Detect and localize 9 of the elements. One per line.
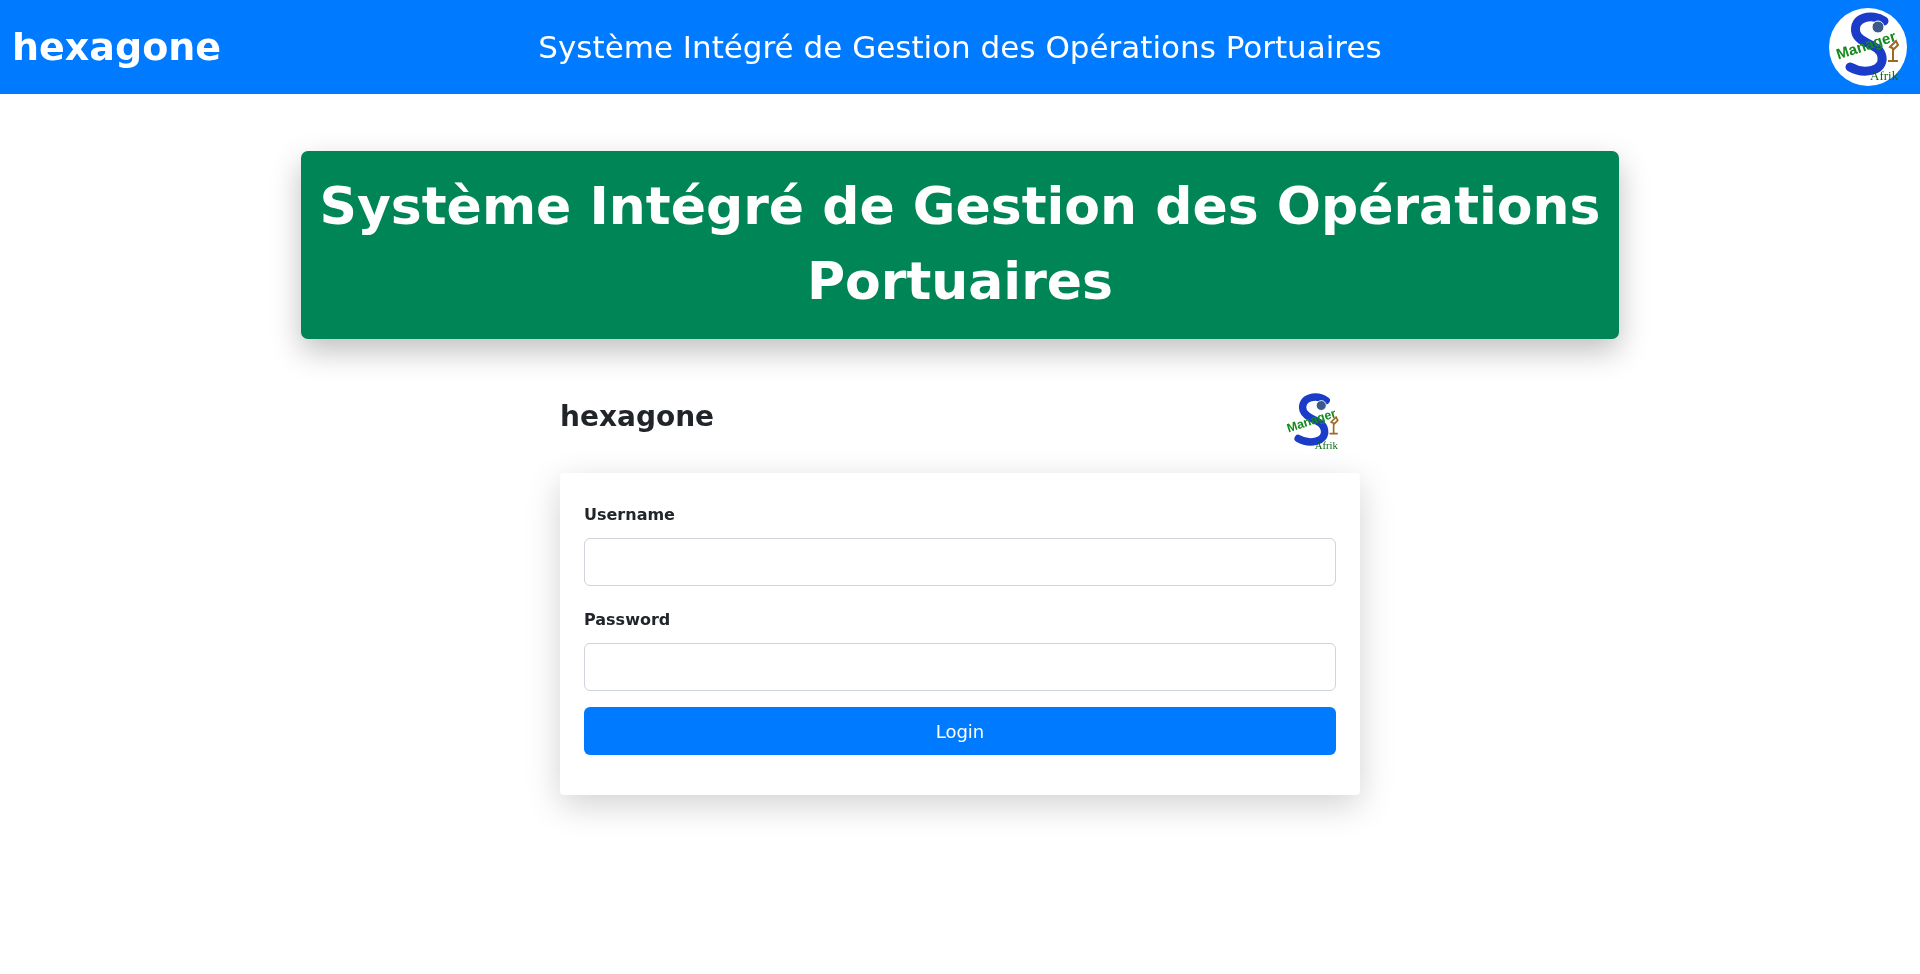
login-button[interactable]: Login [584,707,1336,755]
banner-title: Système Intégré de Gestion des Opérations Portuaires [318,175,1602,313]
field-label: Password [584,610,672,629]
app-title: Système Intégré de Gestion des Opérations Portuaires [538,29,1382,65]
brand-name[interactable]: hexagone [12,25,222,69]
field-label: Username [584,505,676,524]
password-field[interactable] [584,643,1336,691]
username-field[interactable] [584,538,1336,586]
brand-name: hexagone [560,399,715,433]
